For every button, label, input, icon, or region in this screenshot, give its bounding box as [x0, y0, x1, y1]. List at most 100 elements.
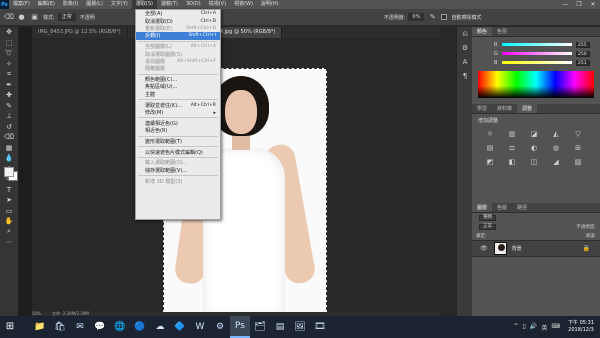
restore-button[interactable]: ❐	[572, 0, 586, 9]
adjustment-icon[interactable]: ☼	[484, 129, 496, 139]
taskbar-app-icon[interactable]: 🔷	[170, 316, 190, 338]
color-slider-r[interactable]: R 255	[472, 40, 600, 49]
foreground-color-swatch[interactable]	[4, 167, 14, 177]
taskbar-app-icon[interactable]: ☁	[150, 316, 170, 338]
auto-erase-checkbox[interactable]	[441, 14, 448, 20]
taskbar-app-icon[interactable]: ▤	[270, 316, 290, 338]
type-tool-icon[interactable]: T	[0, 185, 18, 196]
menu-10[interactable]: 說明(H)	[257, 0, 283, 9]
menu-4[interactable]: 文字(Y)	[107, 0, 132, 9]
taskbar-app-icon[interactable]: 🔵	[130, 316, 150, 338]
tray-icon[interactable]: 🔊	[530, 323, 537, 332]
menu-5[interactable]: 選取(S)	[131, 0, 157, 9]
adjustment-icon[interactable]: ◍	[550, 143, 562, 153]
taskbar-app-icon[interactable]: 🗂	[250, 316, 270, 338]
tab-color[interactable]: 顏色	[472, 27, 493, 36]
taskbar-app-icon[interactable]: 🛍	[50, 316, 70, 338]
magic-wand-tool-icon[interactable]: ✧	[0, 59, 18, 70]
taskbar-app-icon[interactable]: 📁	[30, 316, 50, 338]
select-menu-item[interactable]: 全部(A) Ctrl+A	[136, 10, 220, 17]
select-menu-item[interactable]: 儲存選取範圍(V)...	[136, 167, 220, 174]
adjustment-icon[interactable]: ◧	[506, 157, 518, 167]
channel-value[interactable]: 255	[576, 41, 590, 48]
select-menu-item[interactable]: 變形選取範圍(T)	[136, 138, 220, 145]
eraser-tool-icon[interactable]: ⌫	[4, 13, 14, 22]
taskbar-app-icon[interactable]: ✉	[70, 316, 90, 338]
adjustment-icon[interactable]: ▤	[484, 143, 496, 153]
menu-0[interactable]: 檔案(F)	[9, 0, 34, 9]
color-slider-g[interactable]: G 250	[472, 49, 600, 58]
tab-learn[interactable]: 學習	[472, 104, 492, 113]
taskbar-app-icon[interactable]: Ps	[230, 316, 250, 338]
gradient-tool-icon[interactable]: ▦	[0, 143, 18, 154]
history-brush-tool-icon[interactable]: ↺	[0, 122, 18, 133]
clock[interactable]: 下午 05:31 2018/12/3	[568, 320, 594, 334]
start-button-icon[interactable]: ⊞	[0, 316, 20, 338]
select-menu-item[interactable]: 主體	[136, 91, 220, 98]
tray-icon[interactable]: 英	[541, 323, 547, 332]
select-menu-item[interactable]: 相近色(R)	[136, 127, 220, 134]
visibility-eye-icon[interactable]: 👁	[480, 245, 488, 252]
lasso-tool-icon[interactable]: ➰	[0, 48, 18, 59]
tray-icon[interactable]: ⌨	[551, 323, 560, 332]
taskbar-app-icon[interactable]: W	[190, 316, 210, 338]
close-button[interactable]: ✕	[586, 0, 600, 9]
blend-mode-select[interactable]: 正常	[479, 223, 496, 230]
properties-panel-icon[interactable]: ⚙	[457, 41, 473, 55]
adjustment-icon[interactable]: ◐	[528, 143, 540, 153]
healing-tool-icon[interactable]: ✚	[0, 90, 18, 101]
menu-3[interactable]: 圖層(L)	[82, 0, 107, 9]
taskbar-app-icon[interactable]: 🖼	[290, 316, 310, 338]
layer-row-background[interactable]: 👁 背景 🔒	[472, 240, 600, 257]
adjustment-icon[interactable]: ⊞	[572, 143, 584, 153]
select-menu-item[interactable]: 修改(M) ▸	[136, 109, 220, 117]
hand-tool-icon[interactable]: ✋	[0, 216, 18, 227]
opacity-input[interactable]: 0%	[408, 13, 425, 21]
taskbar-app-icon[interactable]: 🎞	[310, 316, 330, 338]
color-slider-b[interactable]: B 251	[472, 58, 600, 67]
brush-preset-icon[interactable]: ●	[17, 13, 26, 22]
select-menu-item[interactable]: 取消選取(D) Ctrl+D	[136, 17, 220, 25]
tab-paths[interactable]: 路徑	[512, 203, 532, 212]
tab-channels[interactable]: 色版	[492, 203, 512, 212]
tray-icon[interactable]: ▯	[523, 323, 526, 332]
tray-icon[interactable]: ^	[513, 323, 518, 332]
menu-9[interactable]: 視窗(W)	[230, 0, 257, 9]
character-panel-icon[interactable]: A	[457, 55, 473, 69]
eyedropper-tool-icon[interactable]: ✒	[0, 80, 18, 91]
adjustment-icon[interactable]: ◪	[528, 129, 540, 139]
adjustment-icon[interactable]: ◫	[528, 157, 540, 167]
channel-gradient[interactable]	[502, 61, 572, 64]
channel-value[interactable]: 251	[576, 59, 590, 66]
menu-8[interactable]: 檢視(V)	[205, 0, 230, 9]
menu-1[interactable]: 編輯(E)	[34, 0, 59, 9]
adjustment-icon[interactable]: ▥	[506, 129, 518, 139]
color-spectrum[interactable]	[478, 71, 594, 98]
layer-name[interactable]: 背景	[512, 245, 583, 252]
history-panel-icon[interactable]: ⎌	[457, 27, 473, 41]
select-menu-item[interactable]: 顏色範圍(C)...	[136, 76, 220, 83]
move-tool-icon[interactable]: ✥	[0, 27, 18, 38]
brush-panel-icon[interactable]: ▣	[30, 13, 39, 22]
blur-tool-icon[interactable]: 💧	[0, 153, 18, 164]
tab-libraries[interactable]: 資料庫	[492, 104, 517, 113]
shape-tool-icon[interactable]: ▭	[0, 206, 18, 217]
tab-img-8453[interactable]: IMG_8453.JPG @ 12.5% (RGB/8*)	[32, 27, 128, 38]
taskbar-app-icon[interactable]: 💬	[90, 316, 110, 338]
adjustment-icon[interactable]: ◩	[484, 157, 496, 167]
adjustment-icon[interactable]: ◭	[550, 129, 562, 139]
kind-filter[interactable]: 種類	[479, 214, 496, 221]
select-menu-item[interactable]: 反轉(I) Shift+Ctrl+I	[136, 32, 220, 40]
more-tools-icon[interactable]: ⋯	[0, 237, 18, 248]
menu-2[interactable]: 影像(I)	[59, 0, 82, 9]
zoom-tool-icon[interactable]: ⌕	[0, 227, 18, 238]
crop-tool-icon[interactable]: ⌗	[0, 69, 18, 80]
tab-swatches[interactable]: 色票	[492, 27, 512, 36]
channel-value[interactable]: 250	[576, 50, 590, 57]
taskbar-app-icon[interactable]: 🌐	[110, 316, 130, 338]
path-selection-tool-icon[interactable]: ➤	[0, 195, 18, 206]
adjustment-icon[interactable]: ▨	[572, 157, 584, 167]
channel-gradient[interactable]	[502, 43, 572, 46]
select-menu-item[interactable]: 焦點區域(U)...	[136, 83, 220, 90]
marquee-tool-icon[interactable]: ⬚	[0, 38, 18, 49]
